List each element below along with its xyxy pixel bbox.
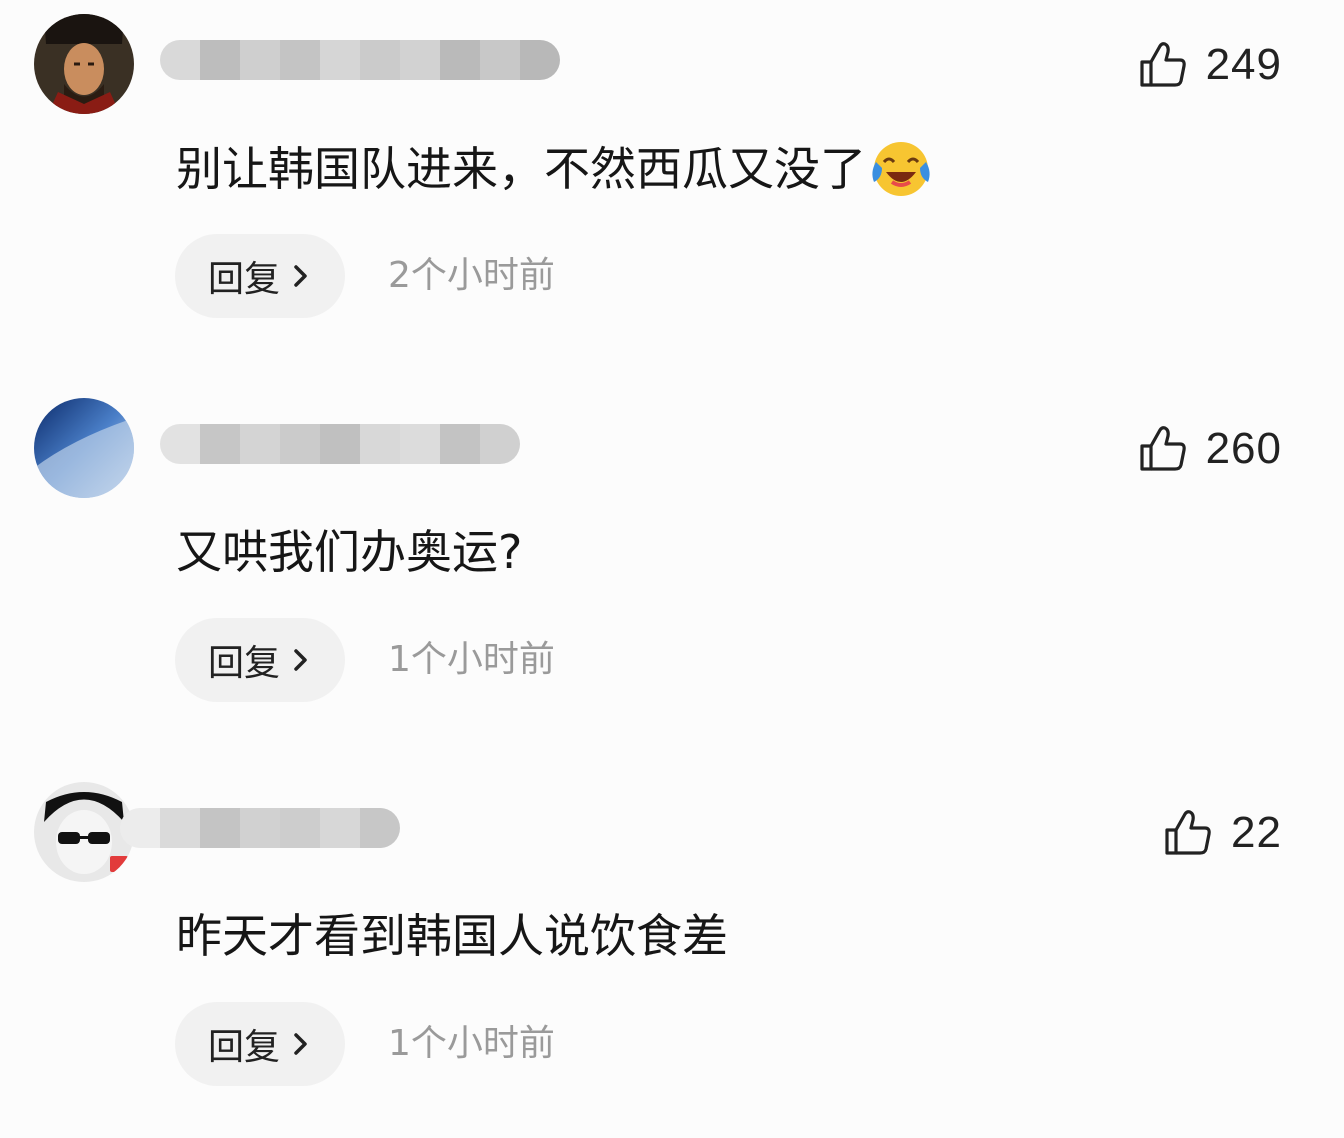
- avatar[interactable]: [34, 14, 134, 114]
- like-button[interactable]: 22: [1163, 808, 1282, 858]
- comment-text: 又哄我们办奥运?: [176, 522, 522, 582]
- thumbs-up-icon: [1139, 42, 1186, 87]
- reply-button[interactable]: 回复: [175, 234, 345, 318]
- comment-text-content: 又哄我们办奥运?: [176, 525, 523, 579]
- avatar-sunglasses-icon: [34, 782, 134, 882]
- comment-text-content: 昨天才看到韩国人说饮食差: [176, 909, 728, 963]
- comment-time: 1个小时前: [388, 1023, 555, 1064]
- avatar[interactable]: [34, 782, 134, 882]
- comment-text: 昨天才看到韩国人说饮食差: [176, 906, 728, 966]
- like-count: 22: [1231, 808, 1282, 857]
- reply-button[interactable]: 回复: [175, 1002, 345, 1086]
- chevron-right-icon: [294, 1033, 307, 1055]
- chevron-right-icon: [294, 649, 307, 671]
- comment-item: 249 别让韩国队进来，不然西瓜又没了 回复 2个小时前: [0, 10, 1344, 370]
- reply-label: 回复: [207, 643, 280, 684]
- reply-label: 回复: [207, 1027, 280, 1068]
- username-blurred[interactable]: [120, 808, 400, 848]
- comment-time: 2个小时前: [388, 255, 555, 296]
- like-button[interactable]: 260: [1138, 424, 1282, 474]
- comment-item: 260 又哄我们办奥运? 回复 1个小时前: [0, 394, 1344, 754]
- like-button[interactable]: 249: [1138, 40, 1282, 90]
- comment-item: 22 昨天才看到韩国人说饮食差 回复 1个小时前: [0, 778, 1344, 1138]
- like-count: 260: [1205, 424, 1282, 473]
- laughing-crying-emoji-icon: [870, 138, 932, 200]
- avatar-earth-icon: [34, 398, 134, 498]
- chevron-right-icon: [294, 265, 307, 287]
- username-blurred[interactable]: [160, 424, 520, 464]
- reply-label: 回复: [207, 259, 280, 300]
- username-blurred[interactable]: [160, 40, 560, 80]
- comment-time: 1个小时前: [388, 639, 555, 680]
- comment-text: 别让韩国队进来，不然西瓜又没了: [176, 138, 932, 200]
- avatar-warrior-icon: [34, 14, 134, 114]
- thumbs-up-icon: [1139, 426, 1186, 471]
- thumbs-up-icon: [1165, 810, 1211, 855]
- like-count: 249: [1205, 40, 1282, 89]
- comment-text-content: 别让韩国队进来，不然西瓜又没了: [176, 142, 866, 196]
- avatar[interactable]: [34, 398, 134, 498]
- reply-button[interactable]: 回复: [175, 618, 345, 702]
